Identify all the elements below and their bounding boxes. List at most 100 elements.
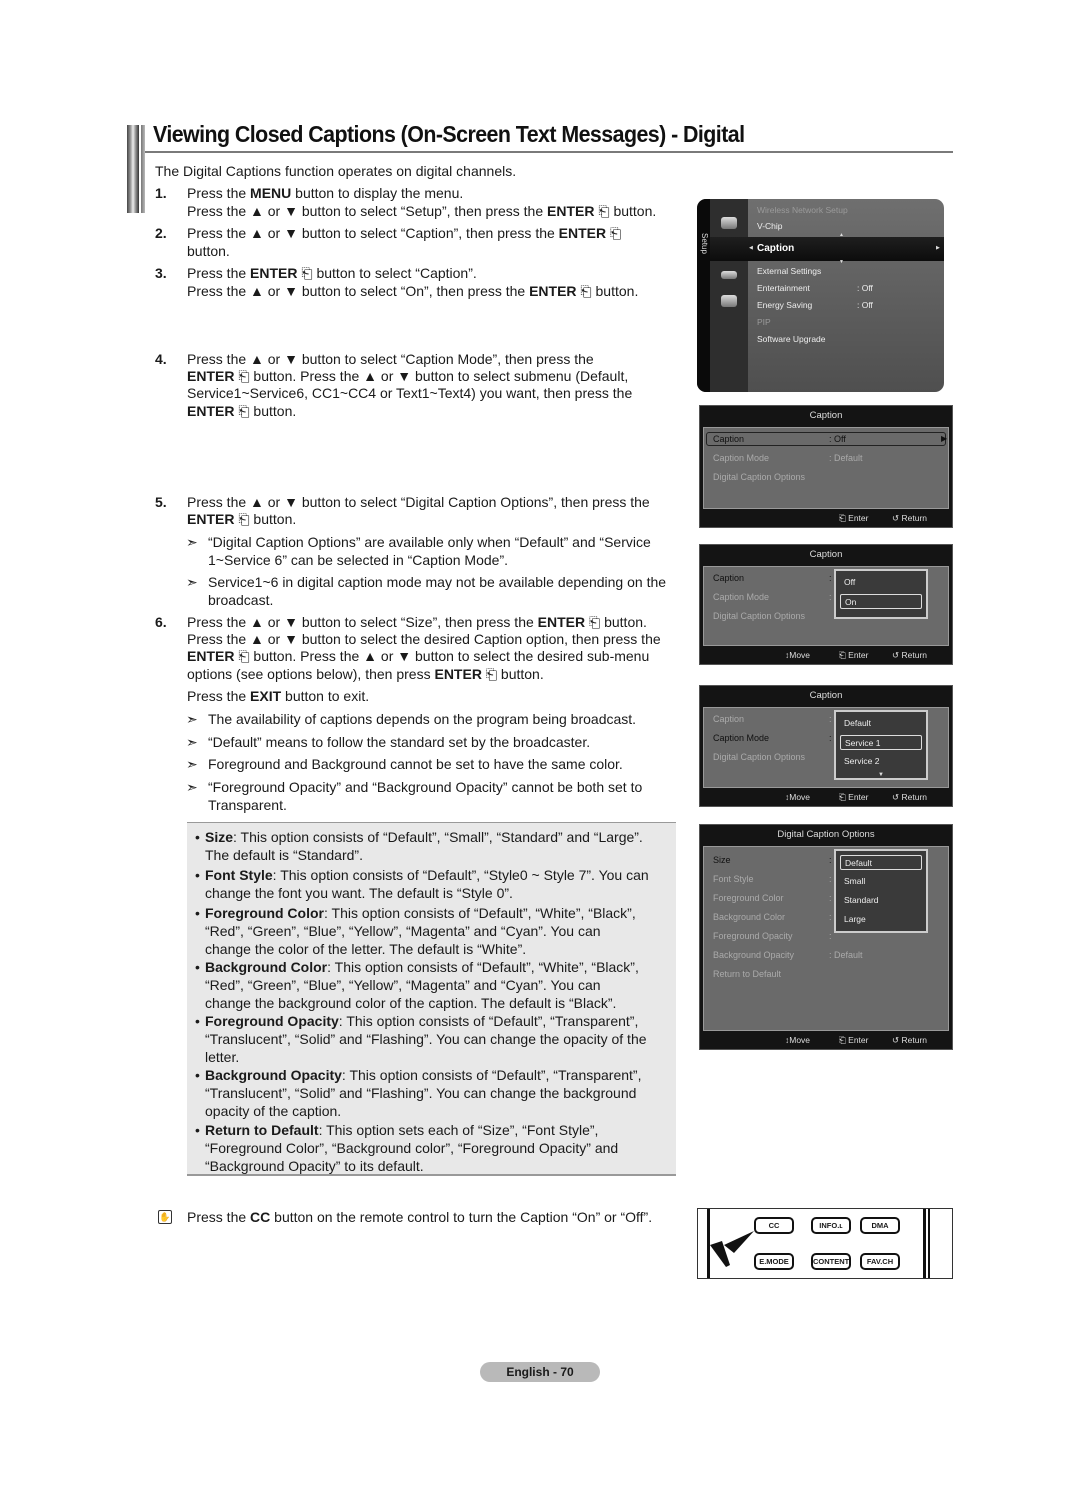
bullet-icon: •	[195, 959, 200, 975]
setup-tab-label: Setup	[700, 233, 709, 254]
menu-row[interactable]: Digital Caption Options	[713, 611, 805, 621]
option-description: • Font Style: This option consists of “De…	[195, 866, 675, 902]
menu-title: Caption	[809, 690, 843, 701]
bullet-icon: •	[195, 1122, 200, 1138]
return-hint: ↺ Return	[892, 513, 927, 523]
popup-option[interactable]: Standard	[840, 893, 922, 908]
caption-menu-screen: Caption Caption: Caption Mode: Digital Capt…	[699, 685, 953, 807]
setup-highlight-bar	[710, 237, 944, 261]
setup-item[interactable]: V-Chip	[757, 221, 783, 231]
popup-option[interactable]: Service 1	[840, 735, 922, 750]
step-text: ENTER ⎗ button.	[187, 511, 297, 527]
menu-row[interactable]: Foreground Color:	[713, 893, 832, 903]
page-number: English - 70	[480, 1362, 600, 1382]
step-text: button.	[187, 243, 230, 259]
menu-row[interactable]: Return to Default	[713, 969, 781, 979]
title-divider	[145, 151, 953, 153]
setup-tab	[697, 199, 710, 392]
menu-row[interactable]: Caption Mode:	[713, 733, 832, 743]
step-number: 5.	[155, 494, 167, 510]
application-icon	[721, 295, 737, 307]
satellite-icon	[721, 217, 737, 229]
menu-row-value: : Default	[829, 950, 863, 960]
setup-item[interactable]: Energy Saving: Off	[757, 300, 873, 310]
setup-item-caption[interactable]: Caption	[757, 243, 794, 254]
up-arrow-icon: ▲	[839, 232, 844, 238]
note-item: ➣ “Default” means to follow the standard …	[186, 734, 686, 752]
step-number: 6.	[155, 614, 167, 630]
step-number: 3.	[155, 265, 167, 281]
popup-option[interactable]: Large	[840, 912, 922, 927]
option-text: “Red”, “Green”, “Blue”, “Yellow”, “Magen…	[205, 923, 601, 939]
left-arrow-icon: ◀	[749, 245, 753, 251]
popup-option[interactable]: Small	[840, 874, 922, 889]
bullet-icon: •	[195, 1067, 200, 1083]
move-hint: ↕Move	[785, 1035, 811, 1045]
option-description: • Foreground Opacity: This option consist…	[195, 1012, 675, 1066]
menu-footer: ↕Move ⎗ Enter ↺ Return	[700, 788, 952, 806]
note-item: ➣ “Foreground Opacity” and “Background Op…	[186, 779, 686, 814]
menu-row-label: Background Color	[713, 912, 786, 922]
option-text: Size: This option consists of “Default”,…	[205, 829, 643, 845]
option-text: “Translucent”, “Solid” and “Flashing”. Y…	[205, 1031, 647, 1047]
bold-term: ENTER	[250, 265, 298, 281]
menu-row[interactable]: Background Color:	[713, 912, 832, 922]
note-item: ➣ “Digital Caption Options” are available…	[186, 534, 686, 569]
remote-button-content: CONTENT	[811, 1253, 851, 1270]
menu-row-label: Digital Caption Options	[713, 472, 806, 482]
return-hint: ↺ Return	[892, 650, 927, 660]
setup-item[interactable]: Entertainment: Off	[757, 283, 873, 293]
menu-row[interactable]: Caption Mode:	[713, 592, 832, 602]
option-text: Return to Default: This option sets each…	[205, 1122, 599, 1138]
option-term: Foreground Color	[205, 905, 324, 921]
menu-row-value: :	[829, 931, 832, 941]
option-text: letter.	[205, 1049, 240, 1065]
right-arrow-icon: ▶	[941, 434, 948, 443]
note-text: The availability of captions depends on …	[208, 711, 637, 727]
menu-icon-column	[710, 199, 748, 392]
menu-row[interactable]: Digital Caption Options	[713, 752, 805, 762]
menu-row[interactable]: Caption: Off ▶	[713, 434, 947, 444]
menu-row[interactable]: Caption:	[713, 714, 832, 724]
menu-row-value: : Default	[829, 453, 863, 463]
setup-item[interactable]: Wireless Network Setup	[757, 205, 848, 215]
option-text: change the background color of the capti…	[205, 995, 617, 1011]
popup-option[interactable]: Service 2	[840, 754, 922, 769]
step-text: Press the ▲ or ▼ button to select “Capti…	[187, 225, 622, 241]
popup-option[interactable]: Default	[840, 855, 922, 870]
setup-item-label: External Settings	[757, 266, 822, 276]
setup-item[interactable]: Software Upgrade	[757, 334, 826, 344]
note-arrow-icon: ➣	[186, 779, 198, 795]
memo-text: Press the CC button on the remote contro…	[187, 1209, 653, 1225]
option-description: • Background Color: This option consists …	[195, 958, 675, 1012]
menu-row[interactable]: Digital Caption Options	[713, 472, 805, 482]
popup-option[interactable]: On	[840, 594, 922, 609]
setup-item[interactable]: External Settings	[757, 266, 821, 276]
popup-option[interactable]: Default	[840, 716, 922, 731]
menu-title: Caption	[809, 410, 843, 421]
menu-title: Caption	[809, 549, 843, 560]
section-marker-bar	[127, 125, 139, 213]
setup-item-label: PIP	[757, 317, 771, 327]
remote-button-dma: DMA	[860, 1217, 900, 1234]
menu-row[interactable]: Foreground Opacity:	[713, 931, 832, 941]
option-term: Font Style	[205, 867, 273, 883]
popup-option[interactable]: Off	[840, 575, 922, 590]
caption-menu-screen: Digital Caption Options Size: Font Style: F…	[699, 824, 953, 1050]
menu-row-label: Caption	[713, 714, 745, 724]
menu-row[interactable]: Background Opacity: Default	[713, 950, 863, 960]
note-item: ➣ Service1~6 in digital caption mode may …	[186, 574, 686, 609]
remote-control-illustration: CC INFO.ʟ DMA E.MODE CONTENT FAV.CH	[697, 1208, 953, 1279]
menu-row[interactable]: Size:	[713, 855, 832, 865]
menu-row[interactable]: Caption Mode : Default	[713, 453, 863, 463]
setup-item[interactable]: PIP	[757, 317, 771, 327]
enter-hint: ⎗ Enter	[839, 792, 869, 802]
option-text: The default is “Standard”.	[205, 847, 363, 863]
menu-row-value: :	[829, 893, 832, 903]
menu-row[interactable]: Font Style:	[713, 874, 832, 884]
menu-row-label: Caption Mode	[713, 453, 770, 463]
note-arrow-icon: ➣	[186, 574, 198, 590]
menu-row[interactable]: Caption:	[713, 573, 832, 583]
bold-term: ENTER	[434, 666, 482, 682]
menu-body: Caption: Off ▶ Caption Mode : Default Digita…	[703, 427, 949, 509]
